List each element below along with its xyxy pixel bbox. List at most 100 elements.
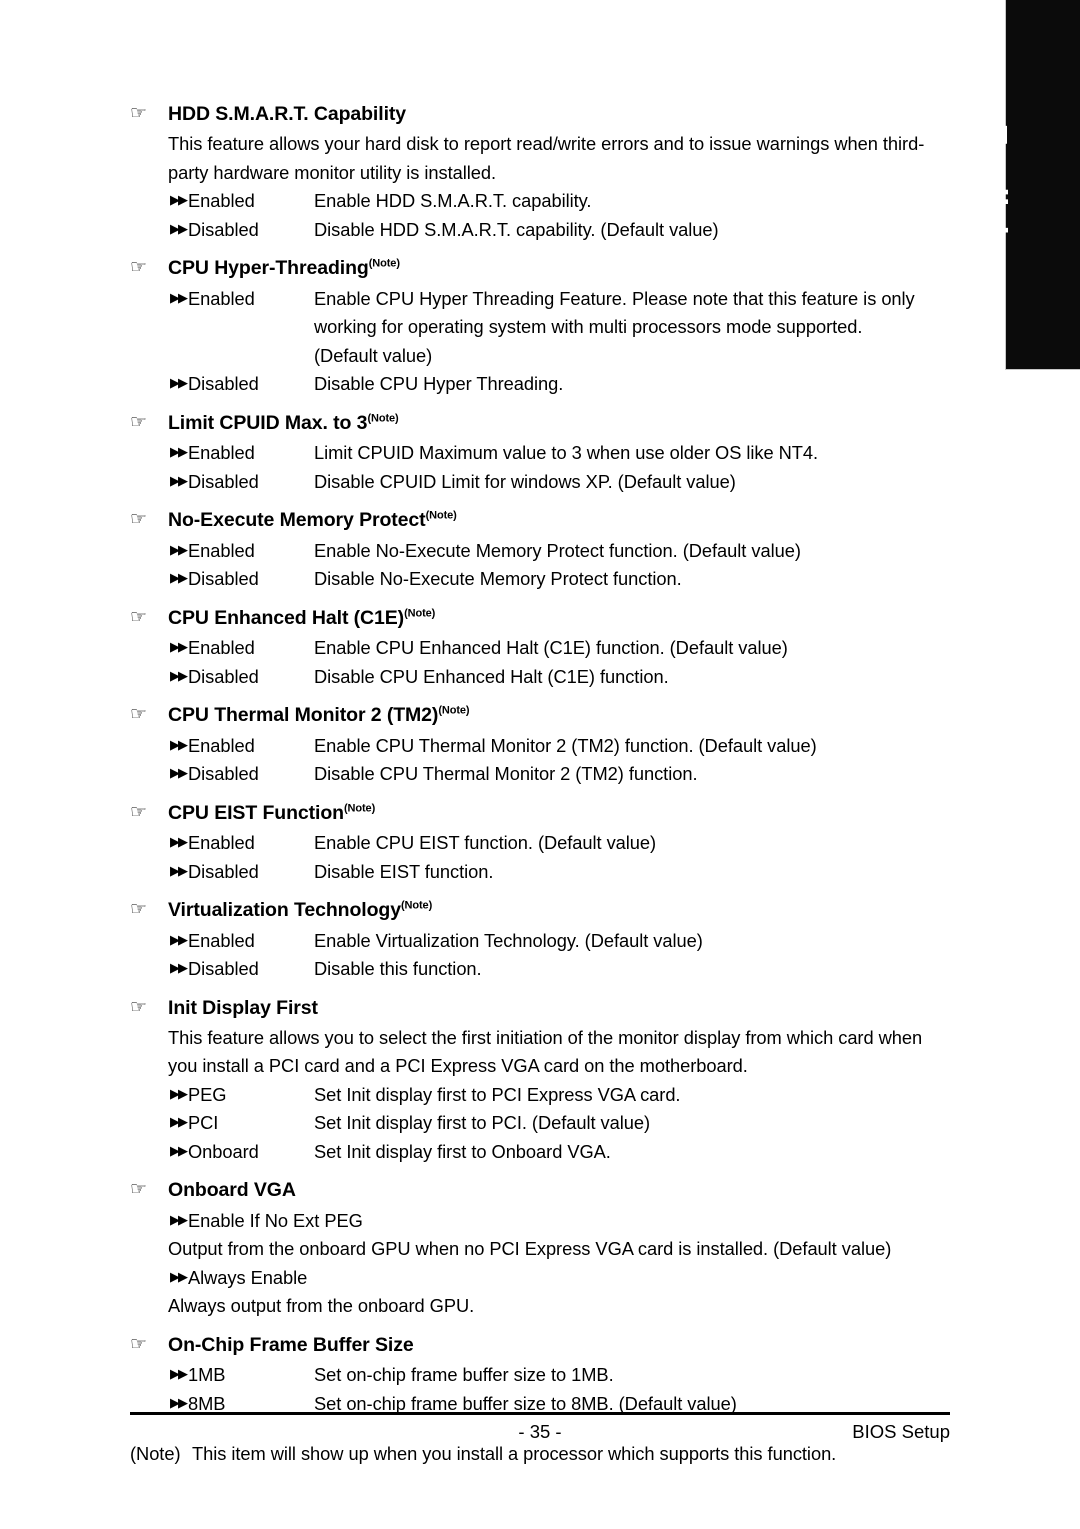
section-title: CPU Hyper-Threading(Note) <box>168 257 400 280</box>
option-label: Disabled <box>188 763 259 785</box>
note-marker: (Note) <box>400 899 433 912</box>
footer-section-label: BIOS Setup <box>852 1421 950 1442</box>
footer-row: - 35 - BIOS Setup <box>130 1417 950 1447</box>
option-row: ▶▶ Onboard Set Init display first to Onboa… <box>170 1138 950 1167</box>
option-description: Enable CPU Enhanced Halt (C1E) function.… <box>314 637 788 659</box>
footer-divider <box>130 1412 950 1415</box>
option-description: Enable CPU Hyper Threading Feature. Plea… <box>314 287 915 309</box>
double-arrow-icon: ▶▶ <box>170 1115 188 1131</box>
option-row: ▶▶ Enabled Enable CPU EIST function. (Defa… <box>170 829 950 858</box>
note-marker: (Note) <box>438 704 470 717</box>
double-arrow-icon: ▶▶ <box>170 542 188 558</box>
option-row: ▶▶ Enabled Enable No-Execute Memory Protec… <box>170 537 950 566</box>
section-cpu-eist-function: ☞ CPU EIST Function(Note) ▶▶ Enabled Enable … <box>130 802 950 887</box>
option-label: Disabled <box>188 568 259 590</box>
double-arrow-icon: ▶▶ <box>170 766 188 782</box>
section-heading: ☞ CPU Hyper-Threading(Note) <box>130 256 950 280</box>
double-arrow-icon: ▶▶ <box>170 571 188 587</box>
section-heading: ☞ CPU Thermal Monitor 2 (TM2)(Note) <box>130 703 950 727</box>
option-label: PCI <box>188 1112 219 1134</box>
option-description-continued: (Default value) <box>314 344 433 366</box>
section-heading: ☞ Init Display First <box>130 996 950 1019</box>
option-label: Enable If No Ext PEG <box>188 1209 363 1231</box>
option-description: Set Init display first to PCI. (Default … <box>314 1112 651 1134</box>
double-arrow-icon: ▶▶ <box>170 193 188 209</box>
section-title: Virtualization Technology(Note) <box>168 899 433 922</box>
double-arrow-icon: ▶▶ <box>170 1367 188 1383</box>
section-title: CPU Enhanced Halt (C1E)(Note) <box>168 606 436 629</box>
note-marker: (Note) <box>367 412 399 425</box>
option-label: Enabled <box>188 929 255 951</box>
option-row: ▶▶ Enable If No Ext PEG <box>170 1207 950 1236</box>
double-arrow-icon: ▶▶ <box>170 640 188 656</box>
option-description: Disable EIST function. <box>314 860 494 882</box>
section-title: No-Execute Memory Protect(Note) <box>168 509 457 532</box>
option-row: ▶▶ Disabled Disable CPU Thermal Monitor 2 … <box>170 760 950 789</box>
section-cpu-enhanced-halt-c1e: ☞ CPU Enhanced Halt (C1E)(Note) ▶▶ Enabled E… <box>130 605 950 692</box>
section-hdd-smart-capability: ☞ HDD S.M.A.R.T. Capability This feature a… <box>130 103 950 245</box>
section-heading: ☞ Virtualization Technology(Note) <box>130 898 950 922</box>
option-row: ▶▶ Disabled Disable EIST function. <box>170 858 950 887</box>
double-arrow-icon: ▶▶ <box>170 221 188 237</box>
option-row: ▶▶ PCI Set Init display first to PCI. (Def… <box>170 1109 950 1138</box>
pointing-hand-icon: ☞ <box>130 508 148 531</box>
option-row: ▶▶ Disabled Disable CPUID Limit for window… <box>170 468 950 497</box>
note-marker: (Note) <box>425 509 457 522</box>
double-arrow-icon: ▶▶ <box>170 961 188 976</box>
option-description: Output from the onboard GPU when no PCI … <box>168 1238 892 1260</box>
double-arrow-icon: ▶▶ <box>170 376 188 392</box>
section-heading: ☞ On-Chip Frame Buffer Size <box>130 1332 950 1356</box>
option-description: Disable CPU Thermal Monitor 2 (TM2) func… <box>314 763 698 785</box>
option-row: ▶▶ Disabled Disable CPU Hyper Threading. <box>170 370 950 399</box>
double-arrow-icon: ▶▶ <box>170 668 188 684</box>
pointing-hand-icon: ☞ <box>130 605 148 628</box>
double-arrow-icon: ▶▶ <box>170 835 188 851</box>
section-title: Init Display First <box>168 996 318 1019</box>
option-description: Always output from the onboard GPU. <box>168 1295 475 1317</box>
pointing-hand-icon: ☞ <box>130 703 148 726</box>
manual-page: ☞ HDD S.M.A.R.T. Capability This feature a… <box>0 0 1005 1529</box>
double-arrow-icon: ▶▶ <box>170 1143 188 1159</box>
option-description: Enable Virtualization Technology. (Defau… <box>314 929 703 951</box>
option-label: Disabled <box>188 860 259 882</box>
pointing-hand-icon: ☞ <box>130 898 148 921</box>
option-description: Enable HDD S.M.A.R.T. capability. <box>314 190 592 212</box>
note-marker: (Note) <box>404 607 436 620</box>
option-row: ▶▶ Disabled Disable HDD S.M.A.R.T. capabil… <box>170 216 950 245</box>
option-row: ▶▶ Always Enable <box>170 1264 950 1293</box>
option-description: Enable No-Execute Memory Protect functio… <box>314 539 801 561</box>
option-description: Enable CPU EIST function. (Default value… <box>314 832 657 854</box>
double-arrow-icon: ▶▶ <box>170 737 188 753</box>
section-onboard-vga: ☞ Onboard VGA ▶▶ Enable If No Ext PEG Output… <box>130 1179 950 1320</box>
pointing-hand-icon: ☞ <box>130 256 148 279</box>
option-row: ▶▶ Enabled Enable Virtualization Technolog… <box>170 927 950 956</box>
option-description: Set Init display first to PCI Express VG… <box>314 1083 681 1105</box>
option-label: Enabled <box>188 539 255 561</box>
section-title: Onboard VGA <box>168 1179 296 1202</box>
option-row: ▶▶ Enabled Enable CPU Thermal Monitor 2 (T… <box>170 732 950 761</box>
section-title: Limit CPUID Max. to 3(Note) <box>168 411 399 434</box>
option-row: ▶▶ Disabled Disable CPU Enhanced Halt (C1E… <box>170 663 950 692</box>
section-virtualization-technology: ☞ Virtualization Technology(Note) ▶▶ Enable… <box>130 898 950 984</box>
section-title: HDD S.M.A.R.T. Capability <box>168 103 407 125</box>
section-heading: ☞ No-Execute Memory Protect(Note) <box>130 508 950 532</box>
option-row: ▶▶ PEG Set Init display first to PCI Expre… <box>170 1081 950 1110</box>
double-arrow-icon: ▶▶ <box>170 863 188 879</box>
language-tab-label: English <box>977 123 1014 247</box>
option-description: Disable HDD S.M.A.R.T. capability. (Defa… <box>314 218 719 240</box>
double-arrow-icon: ▶▶ <box>170 1086 188 1102</box>
section-heading: ☞ Onboard VGA <box>130 1179 950 1202</box>
option-description: Set on-chip frame buffer size to 1MB. <box>314 1364 614 1386</box>
option-row: ▶▶ Disabled Disable this function. <box>170 955 950 984</box>
option-label: Enabled <box>188 734 255 756</box>
option-description: Disable CPU Enhanced Halt (C1E) function… <box>314 665 669 687</box>
option-description: Enable CPU Thermal Monitor 2 (TM2) funct… <box>314 734 817 756</box>
option-row: ▶▶ Enabled Enable CPU Hyper Threading Feat… <box>170 285 950 314</box>
pointing-hand-icon: ☞ <box>130 1332 148 1355</box>
section-title: CPU Thermal Monitor 2 (TM2)(Note) <box>168 704 470 727</box>
option-row: ▶▶ Enabled Enable HDD S.M.A.R.T. capabilit… <box>170 187 950 216</box>
double-arrow-icon: ▶▶ <box>170 290 188 306</box>
option-description-continued: working for operating system with multi … <box>314 316 863 338</box>
section-title: On-Chip Frame Buffer Size <box>168 1333 414 1356</box>
option-row: ▶▶ 1MB Set on-chip frame buffer size to 1M… <box>170 1361 950 1390</box>
